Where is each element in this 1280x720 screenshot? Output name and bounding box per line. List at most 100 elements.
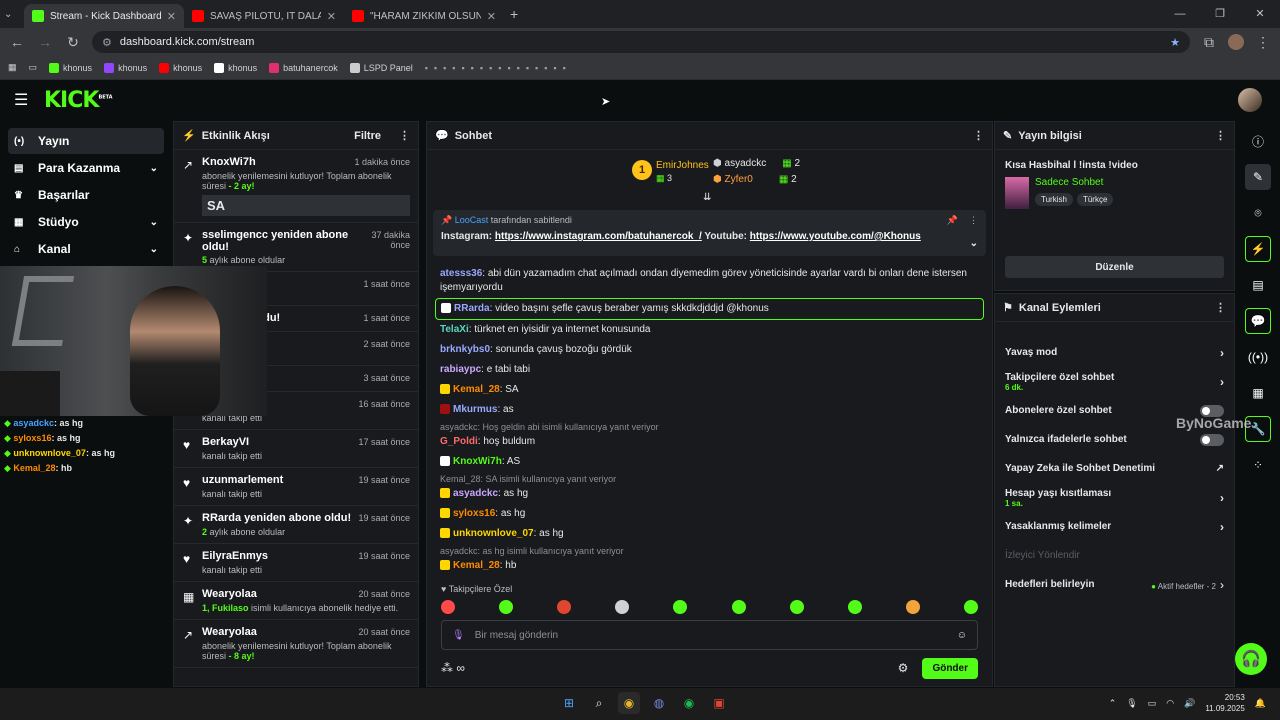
sidebar-item-1[interactable]: ▤ Para Kazanma ⌄ <box>8 155 164 181</box>
scroll-down-icon[interactable]: ⇊ <box>703 192 711 203</box>
chat-settings-icon[interactable]: ⚙ <box>898 661 909 675</box>
youtube-link[interactable]: https://www.youtube.com/@Khonus <box>750 231 921 242</box>
activity-menu-icon[interactable]: ⋮ <box>399 129 410 142</box>
spotify-icon[interactable]: ◉ <box>678 692 700 714</box>
taskbar-search-icon[interactable]: ⌕ <box>588 692 610 714</box>
capture-icon[interactable]: ⌾ <box>1245 200 1271 226</box>
emote-5[interactable] <box>673 600 688 614</box>
bookmark-3[interactable]: khonus <box>214 62 257 73</box>
lightning-tool-icon[interactable]: ⚡ <box>1245 236 1271 262</box>
chat-username[interactable]: KnoxWi7h <box>453 456 502 467</box>
filter-button[interactable]: Filtre <box>354 130 381 142</box>
stream-info-menu-icon[interactable]: ⋮ <box>1215 129 1226 142</box>
chat-username[interactable]: asyadckc <box>453 488 498 499</box>
browser-tab-1[interactable]: SAVAŞ PİLOTU, İT DALAŞI SAHNE… ✕ <box>184 4 344 28</box>
category-thumbnail[interactable] <box>1005 177 1029 209</box>
tab-close-icon[interactable]: ✕ <box>487 10 496 23</box>
chat-message[interactable]: KnoxWi7h: AS <box>435 452 984 472</box>
address-bar[interactable]: ⚙ dashboard.kick.com/stream ★ <box>92 31 1190 53</box>
chat-message[interactable]: brknkybs0: sonunda çavuş bozoğu gördük <box>435 340 984 360</box>
chevron-right-icon[interactable]: › <box>1220 520 1224 534</box>
chat-message[interactable]: Kemal_28: SA <box>435 380 984 400</box>
bookmark-4[interactable]: batuhanercok <box>269 62 338 73</box>
discord-icon[interactable]: ◍ <box>648 692 670 714</box>
stream-tag[interactable]: Turkish <box>1035 193 1073 206</box>
restore-icon[interactable]: ❐ <box>1200 0 1240 28</box>
mic-tray-icon[interactable]: 🎙 <box>1126 698 1137 709</box>
emoji-icon[interactable]: ☺ <box>957 630 967 641</box>
emote-4[interactable] <box>615 600 630 614</box>
channel-action-row[interactable]: Yasaklanmış kelimeler › <box>995 512 1234 541</box>
chat-username[interactable]: Kemal_28 <box>453 560 500 571</box>
pinned-menu-icon[interactable]: ⋮ <box>969 215 978 226</box>
tab-search-icon[interactable]: ⌄ <box>4 9 24 20</box>
document-icon[interactable]: ▤ <box>1245 272 1271 298</box>
apps-tool-icon[interactable]: ⁘ <box>1245 452 1271 478</box>
close-window-icon[interactable]: ✕ <box>1240 0 1280 28</box>
chevron-down-icon[interactable]: ⌄ <box>150 163 158 174</box>
user-avatar[interactable] <box>1238 88 1262 112</box>
chat-username[interactable]: rabiaypc <box>440 364 481 375</box>
toggle-switch[interactable] <box>1200 433 1224 446</box>
reply-context[interactable]: Kemal_28: SA isimli kullanıcıya yanıt ve… <box>435 472 984 484</box>
sidebar-item-2[interactable]: ♛ Başarılar <box>8 182 164 208</box>
display-tray-icon[interactable]: ▭ <box>1148 698 1157 709</box>
reply-context[interactable]: asyadckc: as hg isimli kullanıcıya yanıt… <box>435 544 984 556</box>
chat-username[interactable]: Kemal_28 <box>453 384 500 395</box>
emote-6[interactable] <box>731 600 746 614</box>
chat-message[interactable]: Mkurmus: as <box>435 400 984 420</box>
help-support-icon[interactable]: 🎧 <box>1235 643 1267 675</box>
broadcast-tool-icon[interactable]: ((•)) <box>1245 344 1271 370</box>
chat-username[interactable]: unknownlove_07 <box>453 528 534 539</box>
tray-chevron-icon[interactable]: ⌃ <box>1109 698 1117 709</box>
media-app-icon[interactable]: ▣ <box>708 692 730 714</box>
emote-1[interactable] <box>441 600 455 614</box>
chevron-right-icon[interactable]: › <box>1220 375 1224 389</box>
chat-message[interactable]: unknownlove_07: as hg <box>435 524 984 544</box>
microphone-icon[interactable]: 🎙 <box>452 630 465 641</box>
stream-tag[interactable]: Türkçe <box>1076 193 1114 206</box>
channel-action-row[interactable]: Yapay Zeka ile Sohbet Denetimi ↗ <box>995 454 1234 483</box>
channel-action-row[interactable]: Hesap yaşı kısıtlaması 1 sa. › <box>995 483 1234 512</box>
chat-message[interactable]: TelaXi: türknet en iyisidir ya internet … <box>435 320 984 340</box>
kick-logo[interactable]: KICKBETA <box>44 88 113 113</box>
emote-3[interactable] <box>557 600 572 614</box>
sidebar-item-3[interactable]: ▦ Stüdyo ⌄ <box>8 209 164 235</box>
emote-10[interactable] <box>963 600 978 614</box>
info-icon[interactable]: ⓘ <box>1245 128 1271 154</box>
windows-start-icon[interactable]: ⊞ <box>558 692 580 714</box>
browser-menu-icon[interactable]: ⋮ <box>1254 34 1272 51</box>
active-goals[interactable]: ● Aktif hedefler - 2 › <box>1151 578 1224 592</box>
emote-2[interactable] <box>499 600 514 614</box>
sidebar-item-0[interactable]: (•) Yayın <box>8 128 164 154</box>
sidebar-item-4[interactable]: ⌂ Kanal ⌄ <box>8 236 164 262</box>
activity-item[interactable]: ✦ RRarda yeniden abone oldu! 19 saat önce 2… <box>174 506 418 544</box>
chat-message[interactable]: atesss36: abi dün yazamadım chat açılmad… <box>435 264 984 298</box>
chat-input[interactable]: 🎙 Bir mesaj gönderin ☺ <box>441 620 978 650</box>
instagram-link[interactable]: https://www.instagram.com/batuhanercok_/ <box>495 231 702 242</box>
channel-action-row[interactable]: Takipçilere özel sohbet 6 dk. › <box>995 367 1234 396</box>
reload-icon[interactable]: ↻ <box>64 34 82 51</box>
reply-context[interactable]: asyadckc: Hoş geldin abi isimli kullanıc… <box>435 420 984 432</box>
activity-item[interactable]: ▦ Wearyolaa 20 saat önce 1, Fukilaso isimli… <box>174 582 418 620</box>
activity-item[interactable]: ↗ Wearyolaa 20 saat önce abonelik yenilemes… <box>174 620 418 668</box>
forward-icon[interactable]: → <box>36 34 54 50</box>
minimize-icon[interactable]: — <box>1160 0 1200 28</box>
back-icon[interactable]: ← <box>8 34 26 50</box>
bookmark-extra-icons[interactable]: ▪▪▪▪▪▪▪▪▪▪▪▪▪▪▪▪ <box>425 63 572 73</box>
expand-chevron-icon[interactable]: ⌄ <box>970 238 978 249</box>
bookmark-1[interactable]: khonus <box>104 62 147 73</box>
chevron-right-icon[interactable]: › <box>1220 346 1224 360</box>
wifi-icon[interactable]: ◠ <box>1166 698 1174 709</box>
channel-action-row[interactable]: Hedefleri belirleyin ● Aktif hedefler - 2… <box>995 570 1234 599</box>
folder-icon[interactable]: ▭ <box>29 62 38 73</box>
activity-item[interactable]: ✦ sselimgencc yeniden abone oldu! 37 dakik… <box>174 223 418 272</box>
bookmark-2[interactable]: khonus <box>159 62 202 73</box>
browser-tab-0[interactable]: Stream - Kick Dashboard ✕ <box>24 4 184 28</box>
hamburger-menu-icon[interactable]: ☰ <box>14 90 34 110</box>
chat-message[interactable]: Kemal_28: hb <box>435 556 984 576</box>
chat-message[interactable]: asyadckc: as hg <box>435 484 984 504</box>
emote-9[interactable] <box>905 600 920 614</box>
unpin-icon[interactable]: 📌 <box>947 215 958 226</box>
send-button[interactable]: Gönder <box>922 657 978 679</box>
